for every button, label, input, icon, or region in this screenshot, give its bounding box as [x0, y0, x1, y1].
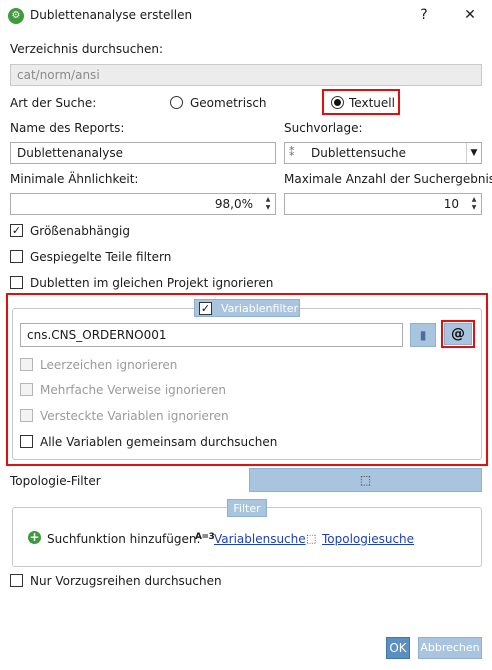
ignore-hidden-label: Versteckte Variablen ignorieren: [40, 409, 229, 423]
directory-field: cat/norm/ansi: [10, 64, 482, 86]
checkbox-search-all-variables[interactable]: [20, 435, 33, 448]
variable-search-link[interactable]: Variablensuche: [214, 532, 306, 546]
similarity-input[interactable]: 98,0% ▲ ▼: [10, 193, 276, 215]
topology-filter-button[interactable]: ⬚: [249, 468, 482, 492]
ignore-spaces-label: Leerzeichen ignorieren: [40, 358, 178, 372]
mirrored-label: Gespiegelte Teile filtern: [30, 250, 172, 264]
topology-icon: ⬚: [359, 473, 372, 487]
max-results-stepper[interactable]: ▲ ▼: [469, 196, 479, 212]
ignore-references-label: Mehrfache Verweise ignorieren: [40, 383, 227, 397]
max-results-value: 10: [443, 197, 459, 211]
radio-textual[interactable]: [331, 96, 344, 109]
topology-search-link[interactable]: Topologiesuche: [322, 532, 414, 546]
search-type-label: Art der Suche:: [10, 96, 97, 110]
help-button[interactable]: ?: [412, 4, 436, 26]
template-value: Dublettensuche: [311, 146, 407, 160]
window-title: Dublettenanalyse erstellen: [30, 8, 193, 22]
close-button[interactable]: ✕: [458, 4, 482, 26]
variable-filter-input[interactable]: cns.CNS_ORDERNO001: [20, 323, 403, 347]
max-results-input[interactable]: 10 ▲ ▼: [284, 193, 482, 215]
radio-geometric[interactable]: [170, 96, 183, 109]
ok-button[interactable]: OK: [386, 637, 410, 659]
same-project-label: Dubletten im gleichen Projekt ignorieren: [30, 276, 274, 290]
variable-filter-legend-label: Variablenfilter: [221, 302, 299, 315]
directory-label: Verzeichnis durchsuchen:: [10, 42, 164, 56]
template-icon: ⁑: [289, 146, 295, 159]
preferred-series-label: Nur Vorzugsreihen durchsuchen: [30, 574, 222, 588]
variable-search-icon: A=3: [195, 532, 215, 542]
chevron-down-icon[interactable]: ▼: [466, 143, 481, 163]
template-label: Suchvorlage:: [284, 121, 363, 135]
radio-geometric-label: Geometrisch: [190, 96, 267, 110]
radio-textual-label: Textuell: [349, 96, 395, 110]
add-icon: +: [28, 530, 41, 544]
checkbox-size-dependent[interactable]: ✓: [10, 224, 23, 237]
template-select[interactable]: Dublettensuche: [284, 142, 482, 164]
cancel-button[interactable]: Abbrechen: [418, 637, 482, 659]
database-icon-button[interactable]: ▮: [410, 323, 436, 347]
report-name-label: Name des Reports:: [10, 121, 125, 135]
similarity-stepper[interactable]: ▲ ▼: [263, 196, 273, 212]
checkbox-variable-filter[interactable]: ✓: [199, 302, 212, 315]
checkbox-ignore-spaces: [20, 358, 33, 371]
topology-search-icon: ⬚: [306, 532, 317, 545]
app-icon: ⚙: [8, 8, 24, 24]
size-dependent-label: Größenabhängig: [30, 224, 130, 238]
topology-filter-label: Topologie-Filter: [10, 474, 101, 488]
checkbox-ignore-hidden: [20, 409, 33, 422]
report-name-input[interactable]: Dublettenanalyse: [10, 142, 276, 164]
at-button[interactable]: @: [444, 323, 472, 345]
max-results-label: Maximale Anzahl der Suchergebnisse:: [284, 172, 492, 186]
filter-legend: Filter: [227, 499, 267, 517]
checkbox-preferred-series[interactable]: [10, 574, 23, 587]
checkbox-mirrored[interactable]: [10, 250, 23, 263]
checkbox-ignore-references: [20, 383, 33, 396]
checkbox-same-project[interactable]: [10, 276, 23, 289]
add-search-function-label: Suchfunktion hinzufügen:: [47, 532, 201, 546]
similarity-label: Minimale Ähnlichkeit:: [10, 172, 139, 186]
similarity-value: 98,0%: [214, 197, 253, 211]
search-all-variables-label: Alle Variablen gemeinsam durchsuchen: [40, 435, 278, 449]
title-bar: ⚙ Dublettenanalyse erstellen ? ✕: [0, 0, 492, 32]
